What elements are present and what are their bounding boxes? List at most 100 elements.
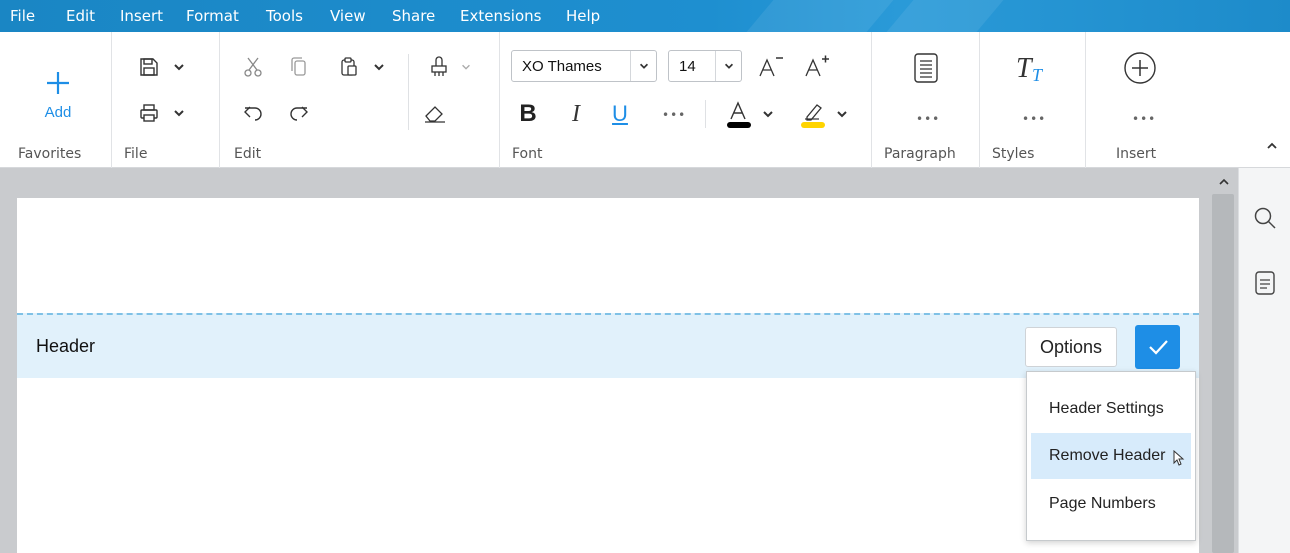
font-color-button[interactable] (720, 96, 780, 132)
group-label-file: File (124, 146, 148, 162)
increase-font-button[interactable] (798, 50, 836, 82)
chevron-down-icon (174, 110, 184, 117)
paint-brush-icon (431, 56, 447, 76)
scroll-up-button[interactable] (1218, 176, 1230, 190)
header-label: Header (36, 336, 96, 356)
save-button[interactable] (132, 52, 192, 82)
menu-item-header-settings[interactable]: Header Settings (1031, 386, 1191, 432)
menu-insert[interactable]: Insert (120, 7, 163, 25)
underline-button[interactable]: U (606, 98, 634, 130)
menu-item-remove-header[interactable]: Remove Header (1031, 433, 1191, 479)
collapse-ribbon-button[interactable] (1262, 136, 1282, 156)
underline-icon: U (612, 101, 628, 126)
search-button[interactable] (1251, 204, 1279, 232)
menubar: File Edit Insert Format Tools View Share… (0, 0, 1290, 32)
chevron-down-icon (374, 64, 384, 71)
font-size-select[interactable]: 14 (668, 50, 742, 82)
add-label: Add (44, 103, 72, 121)
bold-button[interactable]: B (514, 98, 542, 130)
plus-circle-icon (1124, 52, 1156, 84)
text-style-icon: TT (1016, 53, 1044, 85)
clipboard-icon (341, 57, 357, 76)
styles-more-button[interactable]: ••• (1022, 112, 1046, 126)
group-favorites: Add Favorites (0, 32, 112, 168)
menu-item-page-numbers[interactable]: Page Numbers (1031, 481, 1191, 527)
format-painter-button[interactable] (420, 52, 480, 82)
insert-button[interactable] (1120, 48, 1160, 88)
chevron-down-icon (837, 111, 847, 118)
menu-edit[interactable]: Edit (66, 7, 95, 25)
decrease-font-button[interactable] (754, 50, 788, 82)
save-icon (140, 58, 158, 76)
scissors-icon (244, 57, 262, 77)
print-button[interactable] (132, 98, 192, 128)
copy-button[interactable] (284, 52, 314, 82)
highlighter-icon (801, 104, 825, 128)
group-edit: Edit (220, 32, 500, 168)
styles-button[interactable]: TT (1010, 50, 1054, 86)
mouse-cursor-icon (1173, 450, 1185, 466)
undo-icon (244, 106, 262, 121)
ribbon-toolbar: Add Favorites File Edit XO Thames 14 B I… (0, 32, 1290, 168)
svg-text:T: T (1032, 65, 1044, 85)
scrollbar-thumb[interactable] (1212, 194, 1234, 553)
paragraph-icon (914, 53, 938, 83)
paragraph-more-button[interactable]: ••• (916, 112, 940, 126)
clear-format-button[interactable] (420, 98, 450, 128)
group-file: File (112, 32, 220, 168)
group-label-font: Font (512, 146, 543, 162)
paste-button[interactable] (332, 52, 392, 82)
redo-button[interactable] (284, 98, 314, 128)
checkmark-icon (1148, 340, 1168, 355)
font-family-value: XO Thames (522, 57, 602, 75)
notes-icon (1255, 271, 1275, 295)
highlight-color-button[interactable] (794, 96, 854, 132)
options-button[interactable]: Options (1025, 327, 1117, 367)
header-edit-band[interactable]: Header Options (17, 313, 1199, 378)
italic-button[interactable]: I (562, 98, 590, 130)
search-icon (1254, 207, 1276, 229)
menu-view[interactable]: View (330, 7, 366, 25)
font-more-button[interactable]: ••• (662, 108, 686, 122)
document-page[interactable]: Header Options (17, 198, 1199, 553)
font-decrease-icon (759, 57, 783, 77)
menu-tools[interactable]: Tools (266, 7, 303, 25)
printer-icon (140, 104, 158, 122)
group-label-paragraph: Paragraph (884, 146, 956, 162)
font-size-value: 14 (679, 57, 696, 75)
menu-share[interactable]: Share (392, 7, 435, 25)
group-font: XO Thames 14 B I U ••• Font (500, 32, 872, 168)
group-label-styles: Styles (992, 146, 1035, 162)
chevron-down-icon (639, 63, 648, 69)
cut-button[interactable] (238, 52, 268, 82)
menu-file[interactable]: File (10, 7, 35, 25)
edit-separator (408, 54, 409, 130)
menu-help[interactable]: Help (566, 7, 600, 25)
undo-button[interactable] (238, 98, 268, 128)
confirm-header-button[interactable] (1135, 325, 1180, 369)
italic-icon: I (572, 100, 580, 127)
group-label-favorites: Favorites (18, 146, 82, 162)
menu-format[interactable]: Format (186, 7, 239, 25)
bold-icon: B (519, 100, 537, 127)
options-menu: Header Settings Remove Header Page Numbe… (1026, 371, 1196, 541)
plus-icon (47, 71, 69, 94)
group-insert: ••• Insert (1086, 32, 1290, 168)
chevron-up-icon (1267, 142, 1277, 149)
vertical-scrollbar[interactable] (1210, 168, 1238, 553)
add-favorite-button[interactable]: Add (36, 62, 80, 128)
group-label-edit: Edit (234, 146, 262, 162)
chevron-down-icon (174, 64, 184, 71)
menu-extensions[interactable]: Extensions (460, 7, 541, 25)
font-increase-icon (805, 55, 829, 77)
copy-icon (291, 57, 306, 76)
font-family-select[interactable]: XO Thames (511, 50, 657, 82)
paragraph-button[interactable] (908, 50, 944, 86)
font-separator (705, 100, 706, 128)
insert-more-button[interactable]: ••• (1132, 112, 1156, 126)
notes-button[interactable] (1251, 268, 1279, 298)
redo-icon (290, 106, 308, 121)
group-styles: TT ••• Styles (980, 32, 1086, 168)
group-label-insert: Insert (1116, 146, 1157, 162)
chevron-down-icon (763, 111, 773, 118)
